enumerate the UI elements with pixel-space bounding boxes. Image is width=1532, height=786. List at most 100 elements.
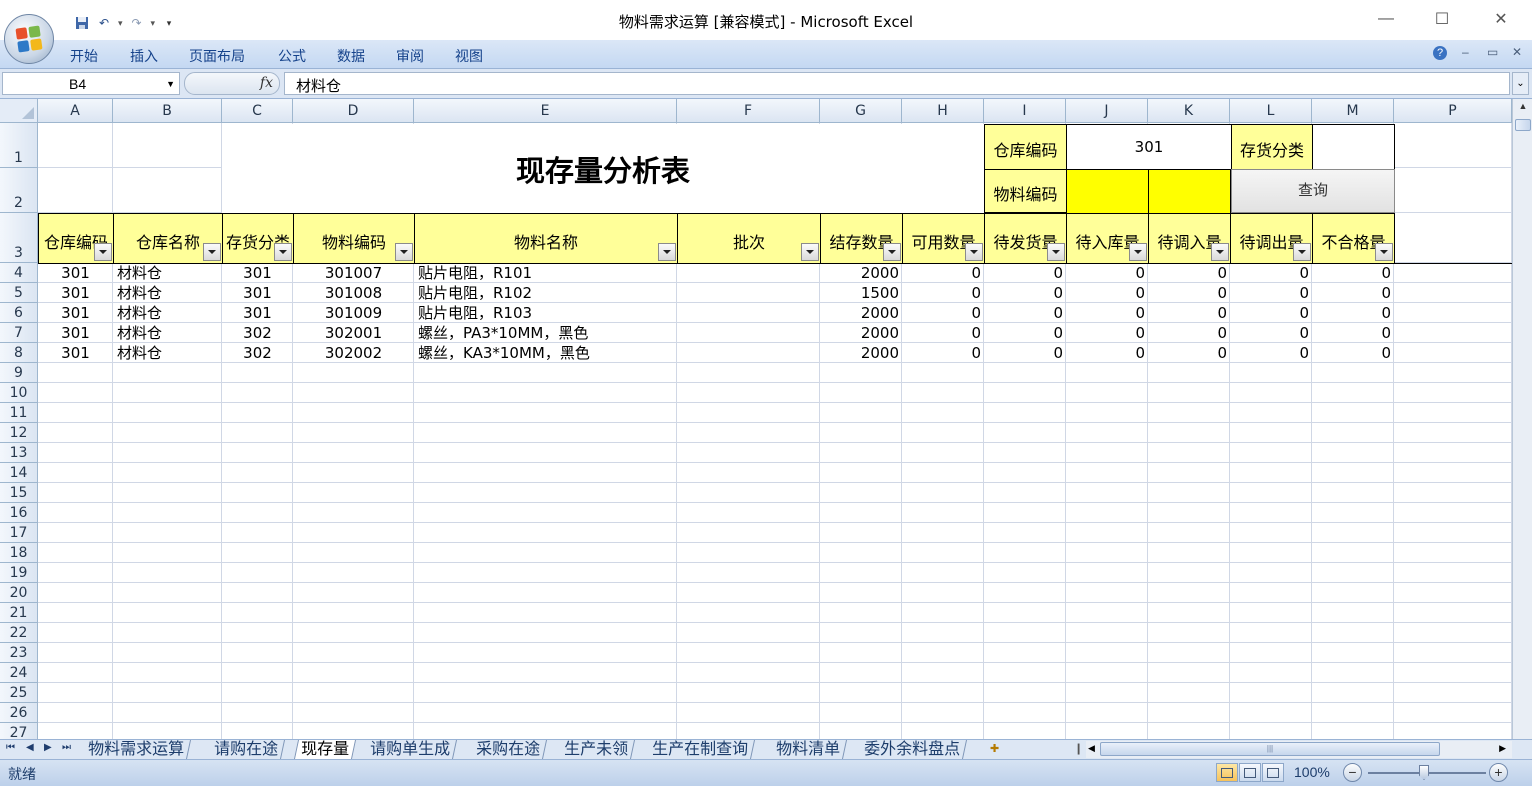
table-cell[interactable]: 301 <box>38 324 113 343</box>
table-cell[interactable]: 0 <box>984 324 1066 343</box>
tab-split-handle[interactable]: ❙ <box>1074 742 1083 755</box>
horizontal-scroll-thumb[interactable]: ||| <box>1100 742 1440 756</box>
table-cell[interactable]: 2000 <box>820 324 902 343</box>
table-cell[interactable]: 302 <box>222 324 293 343</box>
filter-dropdown-icon[interactable] <box>1211 243 1229 261</box>
name-box[interactable]: B4 ▼ <box>2 72 180 95</box>
close-icon[interactable]: ✕ <box>1489 8 1513 30</box>
row-header[interactable]: 14 <box>0 463 38 483</box>
scroll-up-icon[interactable]: ▲ <box>1515 101 1531 117</box>
table-cell[interactable]: 2000 <box>820 264 902 283</box>
table-cell[interactable] <box>681 264 820 283</box>
workbook-close-icon[interactable]: ✕ <box>1512 45 1522 59</box>
undo-icon[interactable]: ↶ <box>96 15 112 31</box>
scroll-right-icon[interactable]: ▶ <box>1499 743 1506 754</box>
row-header[interactable]: 17 <box>0 523 38 543</box>
column-header[interactable]: D <box>293 99 414 123</box>
save-icon[interactable] <box>74 15 90 31</box>
expand-formula-bar-icon[interactable]: ⌄ <box>1512 72 1529 95</box>
table-cell[interactable]: 301009 <box>293 304 414 323</box>
filter-dropdown-icon[interactable] <box>965 243 983 261</box>
row-header[interactable]: 13 <box>0 443 38 463</box>
column-header[interactable]: H <box>902 99 984 123</box>
table-cell[interactable]: 贴片电阻，R102 <box>418 284 677 303</box>
tab-home[interactable]: 开始 <box>70 46 98 66</box>
row-header[interactable]: 4 <box>0 263 38 283</box>
vertical-scroll-thumb[interactable] <box>1515 119 1531 131</box>
column-header[interactable]: E <box>414 99 677 123</box>
tab-formulas[interactable]: 公式 <box>278 46 306 66</box>
maximize-icon[interactable]: ☐ <box>1430 8 1454 30</box>
filter-dropdown-icon[interactable] <box>1293 243 1311 261</box>
last-sheet-icon[interactable]: ⏭ <box>62 742 71 753</box>
table-cell[interactable]: 0 <box>1066 344 1148 363</box>
table-cell[interactable]: 0 <box>1066 324 1148 343</box>
office-button[interactable] <box>4 14 54 64</box>
table-cell[interactable]: 301 <box>222 304 293 323</box>
table-cell[interactable]: 材料仓 <box>117 284 222 303</box>
filter-dropdown-icon[interactable] <box>1129 243 1147 261</box>
filter-dropdown-icon[interactable] <box>395 243 413 261</box>
table-cell[interactable]: 0 <box>1312 284 1394 303</box>
table-cell[interactable]: 螺丝，PA3*10MM，黑色 <box>418 324 677 343</box>
tab-data[interactable]: 数据 <box>337 46 365 66</box>
table-cell[interactable]: 材料仓 <box>117 324 222 343</box>
tab-insert[interactable]: 插入 <box>130 46 158 66</box>
table-cell[interactable]: 0 <box>902 264 984 283</box>
horizontal-scrollbar[interactable]: ◀ ||| ▶ <box>1086 741 1512 758</box>
table-cell[interactable]: 301007 <box>293 264 414 283</box>
material-code-to-input[interactable] <box>1149 169 1231 213</box>
sheet-tab[interactable]: 生产在制查询 <box>645 739 756 759</box>
select-all-corner[interactable] <box>0 99 38 123</box>
scroll-left-icon[interactable]: ◀ <box>1088 743 1095 754</box>
table-cell[interactable] <box>681 344 820 363</box>
table-cell[interactable]: 0 <box>1148 344 1230 363</box>
table-cell[interactable]: 0 <box>1230 324 1312 343</box>
table-cell[interactable]: 301008 <box>293 284 414 303</box>
table-cell[interactable] <box>681 324 820 343</box>
filter-dropdown-icon[interactable] <box>1047 243 1065 261</box>
table-cell[interactable]: 301 <box>222 284 293 303</box>
row-header[interactable]: 26 <box>0 703 38 723</box>
column-header[interactable]: F <box>677 99 820 123</box>
insert-function-icon[interactable]: fx <box>260 75 273 91</box>
redo-dropdown-icon[interactable]: ▾ <box>151 18 156 29</box>
row-header[interactable]: 15 <box>0 483 38 503</box>
table-cell[interactable]: 0 <box>1312 264 1394 283</box>
insert-sheet-icon[interactable]: ✚ <box>990 742 1006 756</box>
row-header[interactable]: 1 <box>0 123 38 168</box>
row-header[interactable]: 7 <box>0 323 38 343</box>
undo-dropdown-icon[interactable]: ▾ <box>118 18 123 29</box>
table-cell[interactable]: 材料仓 <box>117 304 222 323</box>
zoom-in-icon[interactable]: + <box>1489 763 1508 782</box>
sheet-tab[interactable]: 委外余料盘点 <box>857 739 968 759</box>
table-cell[interactable]: 302001 <box>293 324 414 343</box>
table-cell[interactable]: 302002 <box>293 344 414 363</box>
sheet-tab[interactable]: 请购单生成 <box>363 739 458 759</box>
table-cell[interactable]: 材料仓 <box>117 344 222 363</box>
workbook-restore-icon[interactable]: ▭ <box>1487 45 1498 59</box>
table-cell[interactable]: 1500 <box>820 284 902 303</box>
name-box-dropdown-icon[interactable]: ▼ <box>166 79 175 89</box>
zoom-level[interactable]: 100% <box>1294 764 1330 780</box>
table-cell[interactable]: 0 <box>902 304 984 323</box>
row-header[interactable]: 19 <box>0 563 38 583</box>
row-header[interactable]: 10 <box>0 383 38 403</box>
table-cell[interactable]: 301 <box>38 284 113 303</box>
table-cell[interactable]: 0 <box>984 284 1066 303</box>
table-cell[interactable]: 301 <box>38 344 113 363</box>
tab-page-layout[interactable]: 页面布局 <box>189 46 245 66</box>
table-cell[interactable]: 0 <box>1148 304 1230 323</box>
table-cell[interactable]: 0 <box>902 284 984 303</box>
table-cell[interactable]: 0 <box>1230 344 1312 363</box>
table-cell[interactable]: 0 <box>1148 284 1230 303</box>
table-cell[interactable]: 0 <box>902 344 984 363</box>
tab-view[interactable]: 视图 <box>455 46 483 66</box>
column-header[interactable]: P <box>1394 99 1512 123</box>
tab-review[interactable]: 审阅 <box>396 46 424 66</box>
row-header[interactable]: 12 <box>0 423 38 443</box>
help-icon[interactable]: ? <box>1433 46 1447 60</box>
zoom-slider-thumb[interactable] <box>1419 765 1429 780</box>
column-header[interactable]: K <box>1148 99 1230 123</box>
table-cell[interactable]: 0 <box>984 264 1066 283</box>
